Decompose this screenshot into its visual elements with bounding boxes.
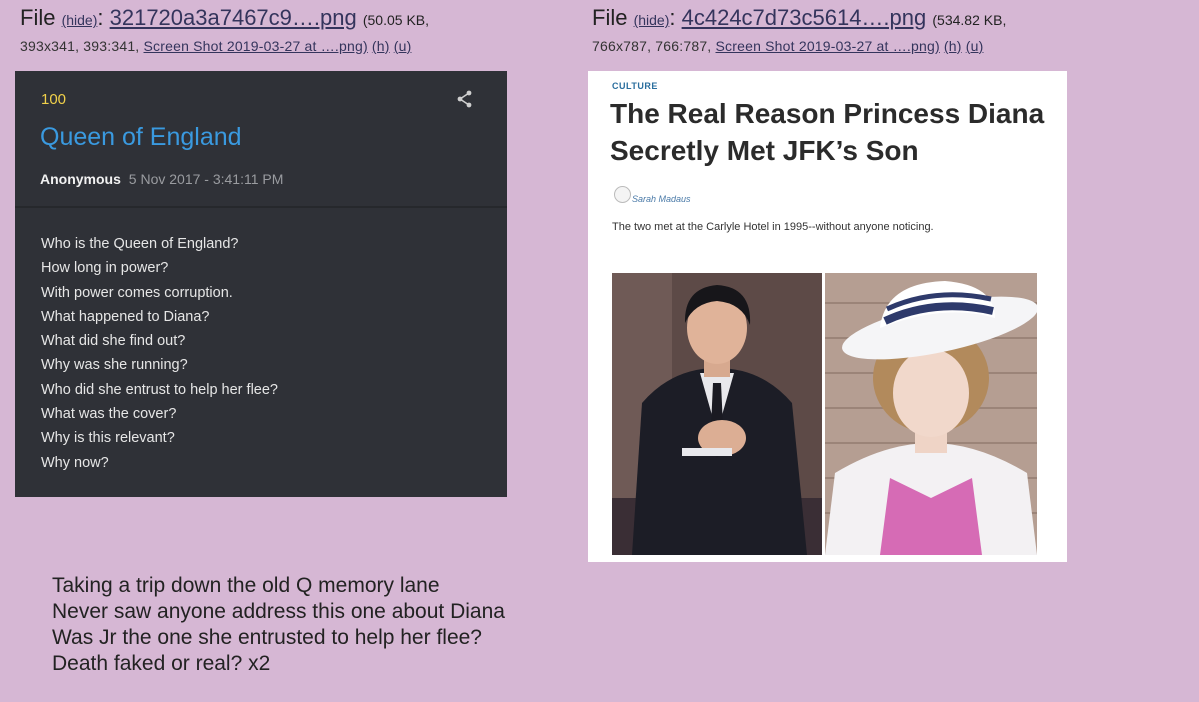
u-link[interactable]: (u) [966, 38, 984, 54]
article-byline: Sarah Madaus [614, 186, 691, 207]
post-author: Anonymous [40, 171, 121, 187]
file-name-link[interactable]: 321720a3a7467c9….png [110, 5, 357, 30]
photo-man-in-suit [612, 273, 822, 555]
h-link[interactable]: (h) [372, 38, 390, 54]
article-author: Sarah Madaus [632, 194, 691, 204]
file-size: (50.05 KB, [362, 12, 430, 28]
post-line: What happened to Diana? [41, 308, 210, 325]
woman-illustration [825, 273, 1037, 555]
q-post-image[interactable]: 100 Queen of England Anonymous 5 Nov 201… [15, 71, 507, 497]
post-date: 5 Nov 2017 - 3:41:11 PM [128, 171, 284, 187]
post-line: Why now? [41, 454, 109, 471]
original-filename-link[interactable]: Screen Shot 2019-03-27 at ….png) [144, 38, 368, 54]
post-line: What was the cover? [41, 406, 177, 423]
post-line: Why is this relevant? [41, 430, 175, 447]
divider [15, 206, 507, 208]
hide-link[interactable]: (hide) [634, 12, 670, 28]
post-line: With power comes corruption. [41, 284, 233, 301]
post-line: Who did she entrust to help her flee? [41, 381, 278, 398]
post-line: Why was she running? [41, 357, 188, 374]
post-body: Who is the Queen of England? How long in… [41, 232, 278, 475]
h-link[interactable]: (h) [944, 38, 962, 54]
comment-line: Taking a trip down the old Q memory lane [52, 574, 440, 597]
comment-line: Was Jr the one she entrusted to help her… [52, 626, 482, 649]
post-line: Who is the Queen of England? [41, 236, 239, 252]
man-illustration [612, 273, 822, 555]
original-filename-link[interactable]: Screen Shot 2019-03-27 at ….png) [716, 38, 940, 54]
post-line: How long in power? [41, 260, 169, 277]
comment-line: Never saw anyone address this one about … [52, 600, 505, 623]
post-comment: Taking a trip down the old Q memory lane… [52, 573, 505, 677]
post-meta: Anonymous 5 Nov 2017 - 3:41:11 PM [40, 171, 283, 187]
file-size: (534.82 KB, [932, 12, 1007, 28]
hide-link[interactable]: (hide) [62, 12, 98, 28]
file-info-left: File (hide): 321720a3a7467c9….png (50.05… [20, 5, 430, 54]
u-link[interactable]: (u) [394, 38, 412, 54]
file-label: File [592, 5, 628, 30]
file-label: File [20, 5, 56, 30]
file-dimensions: 393x341, 393:341, [20, 37, 140, 54]
file-name-link[interactable]: 4c424c7d73c5614….png [682, 5, 927, 30]
post-title: Queen of England [40, 123, 242, 151]
article-category: CULTURE [612, 81, 658, 91]
file-dimensions: 766x787, 766:787, [592, 37, 712, 54]
post-line: What did she find out? [41, 333, 186, 350]
comment-line: Death faked or real? x2 [52, 652, 271, 675]
share-icon [457, 90, 472, 108]
article-image[interactable]: CULTURE The Real Reason Princess Diana S… [588, 71, 1067, 562]
file-info-right: File (hide): 4c424c7d73c5614….png (534.8… [592, 5, 1007, 54]
post-number: 100 [41, 91, 67, 108]
author-avatar-icon [614, 186, 631, 203]
article-dek: The two met at the Carlyle Hotel in 1995… [612, 221, 934, 233]
article-headline: The Real Reason Princess Diana Secretly … [610, 98, 1045, 166]
photo-woman-in-hat [825, 273, 1037, 555]
